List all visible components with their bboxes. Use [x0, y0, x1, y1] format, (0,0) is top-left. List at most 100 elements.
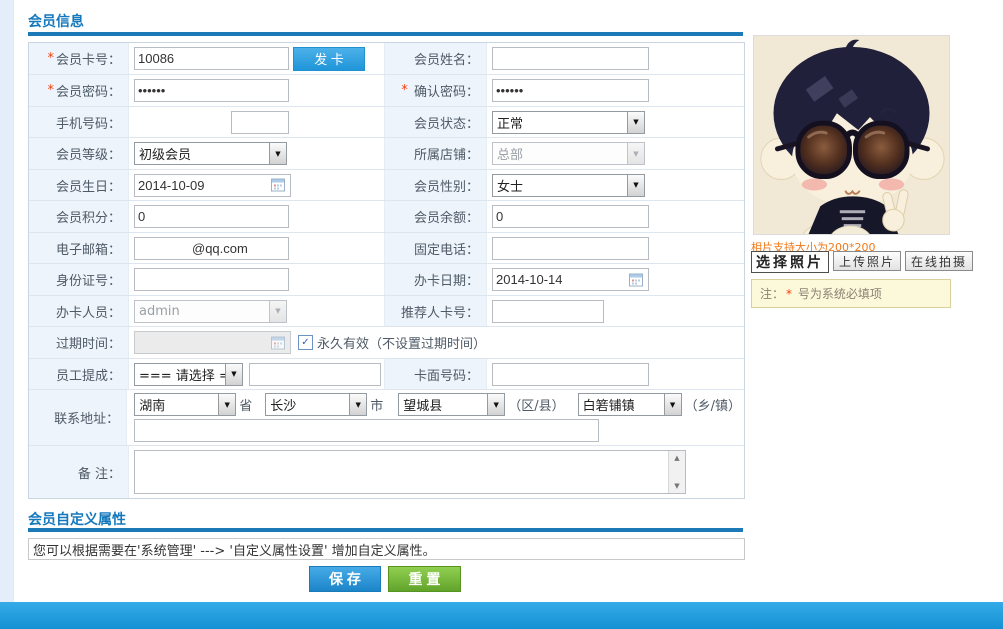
gender-select[interactable]: 女士 ▼ [492, 173, 645, 197]
chevron-down-icon: ▼ [627, 143, 644, 164]
id-card-label: 身份证号： [29, 264, 129, 295]
birthday-input[interactable] [134, 173, 291, 197]
scroll-up-icon[interactable]: ▲ [674, 454, 679, 462]
town-suffix: （乡/镇） [684, 399, 741, 414]
chevron-down-icon[interactable]: ▼ [663, 394, 681, 415]
form-row-card-no: *会员卡号： 发 卡 会员姓名： [29, 43, 744, 75]
phone-label: 固定电话： [385, 233, 487, 263]
avatar-illustration [754, 36, 949, 259]
email-label: 电子邮箱： [29, 233, 129, 263]
check-icon: ✓ [301, 337, 310, 348]
reset-button[interactable]: 重 置 [388, 566, 461, 592]
remark-scrollbar[interactable]: ▲ ▼ [668, 451, 685, 493]
section-title-custom-attrs: 会员自定义属性 [28, 512, 126, 528]
address-label: 联系地址： [29, 390, 128, 445]
card-no-label: * 会员卡号： [29, 43, 129, 74]
expire-input [134, 331, 291, 354]
left-margin-strip [0, 0, 14, 602]
birthday-label: 会员生日： [29, 170, 129, 200]
photo-buttons: 选择照片 上传照片 在线拍摄 [751, 251, 974, 273]
chevron-down-icon: ▼ [269, 300, 286, 322]
issue-card-button[interactable]: 发 卡 [293, 46, 365, 71]
calendar-icon[interactable] [271, 178, 285, 192]
mobile-label: 手机号码： [29, 107, 129, 137]
province-suffix: 省 [239, 399, 253, 414]
id-card-input[interactable] [134, 268, 289, 291]
commission-input[interactable] [249, 362, 381, 386]
member-form-table: *会员卡号： 发 卡 会员姓名： *会员密码： * 确认密码： 手机号码： [28, 42, 745, 499]
password-input[interactable] [134, 79, 289, 102]
address-detail-input[interactable] [134, 419, 600, 442]
confirm-password-input[interactable] [492, 79, 649, 102]
webcam-photo-button[interactable]: 在线拍摄 [905, 251, 974, 271]
form-row-commission-cardface: 员工提成： === 请选择 ===▼ 卡面号码： [29, 359, 744, 390]
custom-attrs-note: 您可以根据需要在'系统管理' ---> '自定义属性设置' 增加自定义属性。 [28, 538, 745, 560]
city-select[interactable]: 长沙 ▼ [265, 393, 368, 416]
scroll-down-icon[interactable]: ▼ [674, 482, 679, 490]
form-row-id-issuedate: 身份证号： 办卡日期： [29, 264, 744, 296]
issue-date-label: 办卡日期： [385, 264, 487, 295]
status-label: 会员状态： [385, 107, 487, 137]
referrer-label: 推荐人卡号： [385, 296, 487, 326]
save-button[interactable]: 保 存 [309, 566, 381, 592]
province-select[interactable]: 湖南 ▼ [134, 393, 237, 416]
level-label: 会员等级： [29, 138, 129, 169]
referrer-input[interactable] [492, 299, 604, 323]
section-divider [28, 32, 743, 36]
level-select[interactable]: 初级会员 ▼ [134, 142, 287, 165]
chevron-down-icon[interactable]: ▼ [349, 394, 367, 415]
password-label: * 会员密码： [29, 75, 129, 106]
district-select[interactable]: 望城县 ▼ [398, 393, 506, 416]
member-name-input[interactable] [492, 47, 649, 70]
status-select[interactable]: 正常 ▼ [492, 110, 645, 134]
name-label: 会员姓名： [385, 43, 487, 74]
required-star: * [401, 83, 408, 98]
form-row-mobile-status: 手机号码： 会员状态： 正常 ▼ [29, 107, 744, 138]
email-input[interactable] [134, 236, 289, 260]
points-label: 会员积分： [29, 201, 129, 232]
form-row-expire: 过期时间： ✓ 永久有效（不设置过期时间） [29, 327, 744, 359]
section-title-member-info: 会员信息 [28, 14, 84, 30]
chevron-down-icon[interactable]: ▼ [627, 111, 644, 133]
form-row-level-store: 会员等级： 初级会员 ▼ 所属店铺： 总部 ▼ [29, 138, 744, 170]
commission-select[interactable]: === 请选择 ===▼ [134, 362, 243, 386]
remark-label: 备 注： [29, 446, 129, 498]
form-row-remark: 备 注： ▲ ▼ [29, 446, 744, 498]
member-photo [753, 35, 950, 259]
chevron-down-icon[interactable]: ▼ [487, 394, 505, 415]
balance-input[interactable] [492, 205, 649, 228]
issue-date-input[interactable] [492, 268, 649, 291]
confirm-password-label: * 确认密码： [385, 75, 487, 106]
phone-input[interactable] [492, 236, 649, 260]
calendar-icon[interactable] [629, 273, 643, 286]
remark-textarea[interactable] [135, 451, 668, 493]
town-select[interactable]: 白箬铺镇 ▼ [577, 393, 682, 416]
expire-label: 过期时间： [29, 327, 129, 358]
required-star: * [47, 51, 54, 66]
permanent-checkbox[interactable]: ✓ [298, 335, 313, 350]
points-input[interactable] [134, 205, 289, 228]
card-face-label: 卡面号码： [385, 359, 487, 389]
card-face-input[interactable] [492, 362, 649, 386]
upload-photo-button[interactable]: 上传照片 [833, 251, 902, 271]
required-note: 注： * 号为系统必填项 [751, 279, 951, 308]
form-row-email-phone: 电子邮箱： 固定电话： [29, 233, 744, 264]
commission-label: 员工提成： [29, 359, 129, 389]
required-star: * [786, 286, 793, 301]
remark-textarea-wrap: ▲ ▼ [134, 450, 686, 494]
city-suffix: 市 [370, 399, 384, 414]
operator-select: admin ▼ [134, 299, 287, 323]
chevron-down-icon[interactable]: ▼ [269, 143, 286, 164]
chevron-down-icon[interactable]: ▼ [218, 394, 236, 415]
form-row-operator-referrer: 办卡人员： admin ▼ 推荐人卡号： [29, 296, 744, 327]
required-star: * [47, 83, 54, 98]
card-no-input[interactable] [134, 47, 289, 70]
operator-label: 办卡人员： [29, 296, 129, 326]
chevron-down-icon[interactable]: ▼ [225, 363, 242, 385]
balance-label: 会员余额： [385, 201, 487, 232]
chevron-down-icon[interactable]: ▼ [627, 174, 644, 196]
district-suffix: （区/县） [508, 399, 565, 414]
choose-photo-button[interactable]: 选择照片 [751, 251, 829, 273]
gender-label: 会员性别： [385, 170, 487, 200]
mobile-input[interactable] [231, 110, 289, 134]
